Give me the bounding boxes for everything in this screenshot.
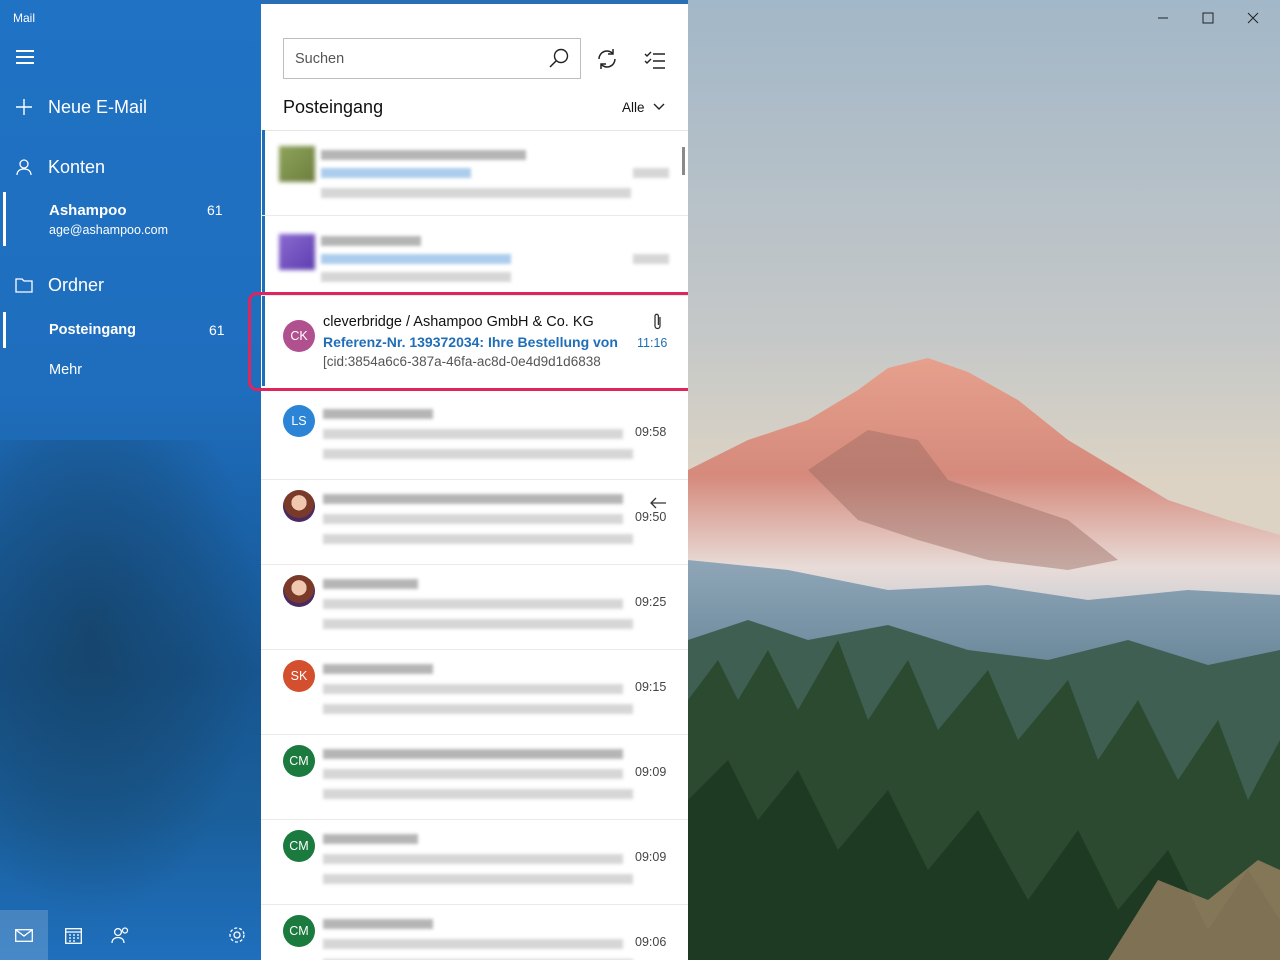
blurred-text bbox=[323, 664, 433, 674]
avatar bbox=[283, 575, 315, 607]
avatar bbox=[279, 234, 315, 270]
blurred-text bbox=[323, 854, 623, 864]
unread-indicator bbox=[262, 130, 265, 215]
app-switcher-bar bbox=[0, 910, 261, 960]
message-time: 09:06 bbox=[635, 935, 667, 949]
selection-mode-icon[interactable] bbox=[643, 48, 667, 72]
avatar bbox=[283, 490, 315, 522]
blurred-text bbox=[633, 254, 669, 264]
blurred-text bbox=[323, 534, 633, 544]
blurred-text bbox=[323, 494, 623, 504]
new-mail-label: Neue E-Mail bbox=[48, 96, 148, 117]
folder-item-inbox[interactable]: Posteingang 61 bbox=[0, 312, 261, 348]
message-list-pane: Suchen Posteingang Alle CK cleverbridge … bbox=[261, 0, 688, 960]
list-item[interactable]: CM 09:09 bbox=[261, 735, 688, 820]
list-item[interactable] bbox=[261, 216, 688, 296]
folders-header[interactable]: Ordner bbox=[0, 270, 261, 300]
blurred-text bbox=[321, 188, 631, 198]
navigation-pane: Mail Neue E-Mail Konten Ashampoo age@ash… bbox=[0, 0, 261, 960]
list-item[interactable]: SK 09:15 bbox=[261, 650, 688, 735]
blurred-text bbox=[323, 789, 633, 799]
account-unread-count: 61 bbox=[207, 202, 223, 218]
search-icon[interactable] bbox=[548, 47, 570, 69]
blurred-text bbox=[323, 409, 433, 419]
accounts-label: Konten bbox=[48, 156, 106, 177]
blurred-text bbox=[323, 874, 633, 884]
message-time: 09:58 bbox=[635, 425, 667, 439]
background-image bbox=[688, 0, 1280, 960]
blurred-text bbox=[323, 749, 623, 759]
list-item[interactable] bbox=[261, 130, 688, 216]
blurred-text bbox=[323, 684, 623, 694]
message-time: 09:25 bbox=[635, 595, 667, 609]
blurred-text bbox=[321, 272, 511, 282]
maximize-icon[interactable] bbox=[1185, 4, 1231, 32]
background-shade bbox=[0, 440, 261, 920]
search-placeholder: Suchen bbox=[295, 51, 345, 67]
message-time: 09:50 bbox=[635, 510, 667, 524]
blurred-text bbox=[323, 449, 633, 459]
avatar bbox=[279, 146, 315, 182]
list-item[interactable]: LS 09:58 bbox=[261, 395, 688, 480]
highlight-frame bbox=[248, 292, 697, 391]
avatar: CM bbox=[283, 745, 315, 777]
person-icon bbox=[0, 158, 48, 176]
people-icon[interactable] bbox=[97, 910, 145, 960]
blurred-text bbox=[321, 254, 511, 264]
chevron-down-icon[interactable] bbox=[652, 101, 666, 113]
mountain-landscape bbox=[688, 0, 1280, 960]
avatar: SK bbox=[283, 660, 315, 692]
new-mail-button[interactable]: Neue E-Mail bbox=[0, 92, 261, 122]
search-input[interactable]: Suchen bbox=[283, 38, 581, 79]
blurred-text bbox=[323, 939, 623, 949]
avatar: LS bbox=[283, 405, 315, 437]
plus-icon bbox=[0, 98, 48, 116]
message-time: 09:09 bbox=[635, 765, 667, 779]
blurred-text bbox=[323, 704, 633, 714]
mail-icon[interactable] bbox=[0, 910, 48, 960]
close-icon[interactable] bbox=[1230, 4, 1276, 32]
minimize-icon[interactable] bbox=[1140, 4, 1186, 32]
filter-dropdown[interactable]: Alle bbox=[622, 100, 645, 115]
blurred-text bbox=[321, 168, 471, 178]
selection-indicator bbox=[3, 312, 6, 348]
hamburger-menu-icon[interactable] bbox=[16, 50, 34, 64]
blurred-text bbox=[323, 429, 623, 439]
list-item[interactable]: CM 09:06 bbox=[261, 905, 688, 960]
blurred-text bbox=[323, 919, 433, 929]
blurred-text bbox=[323, 599, 623, 609]
folder-icon bbox=[0, 277, 48, 293]
blurred-text bbox=[323, 769, 623, 779]
more-folders-link[interactable]: Mehr bbox=[49, 362, 82, 378]
message-time: 09:15 bbox=[635, 680, 667, 694]
blurred-text bbox=[323, 619, 633, 629]
account-name: Ashampoo bbox=[49, 202, 127, 219]
folder-title: Posteingang bbox=[283, 97, 384, 117]
reply-icon bbox=[650, 497, 666, 509]
folder-unread-count: 61 bbox=[209, 322, 225, 338]
message-time: 09:09 bbox=[635, 850, 667, 864]
app-title: Mail bbox=[13, 11, 36, 25]
account-item-ashampoo[interactable]: Ashampoo age@ashampoo.com 61 bbox=[0, 192, 261, 246]
list-item[interactable]: CM 09:09 bbox=[261, 820, 688, 905]
folder-name: Posteingang bbox=[49, 322, 137, 338]
unread-indicator bbox=[262, 216, 265, 295]
blurred-text bbox=[633, 168, 669, 178]
blurred-text bbox=[323, 579, 418, 589]
avatar: CM bbox=[283, 830, 315, 862]
blurred-text bbox=[321, 236, 421, 246]
list-item[interactable]: 09:50 bbox=[261, 480, 688, 565]
blurred-text bbox=[321, 150, 526, 160]
blurred-text bbox=[323, 514, 623, 524]
accounts-header[interactable]: Konten bbox=[0, 152, 261, 182]
calendar-icon[interactable] bbox=[49, 910, 97, 960]
selection-indicator bbox=[3, 192, 6, 246]
avatar: CM bbox=[283, 915, 315, 947]
sync-icon[interactable] bbox=[595, 47, 619, 71]
account-email: age@ashampoo.com bbox=[49, 223, 169, 237]
list-item[interactable]: 09:25 bbox=[261, 565, 688, 650]
blurred-text bbox=[323, 834, 418, 844]
settings-icon[interactable] bbox=[213, 910, 261, 960]
folders-label: Ordner bbox=[48, 274, 105, 295]
